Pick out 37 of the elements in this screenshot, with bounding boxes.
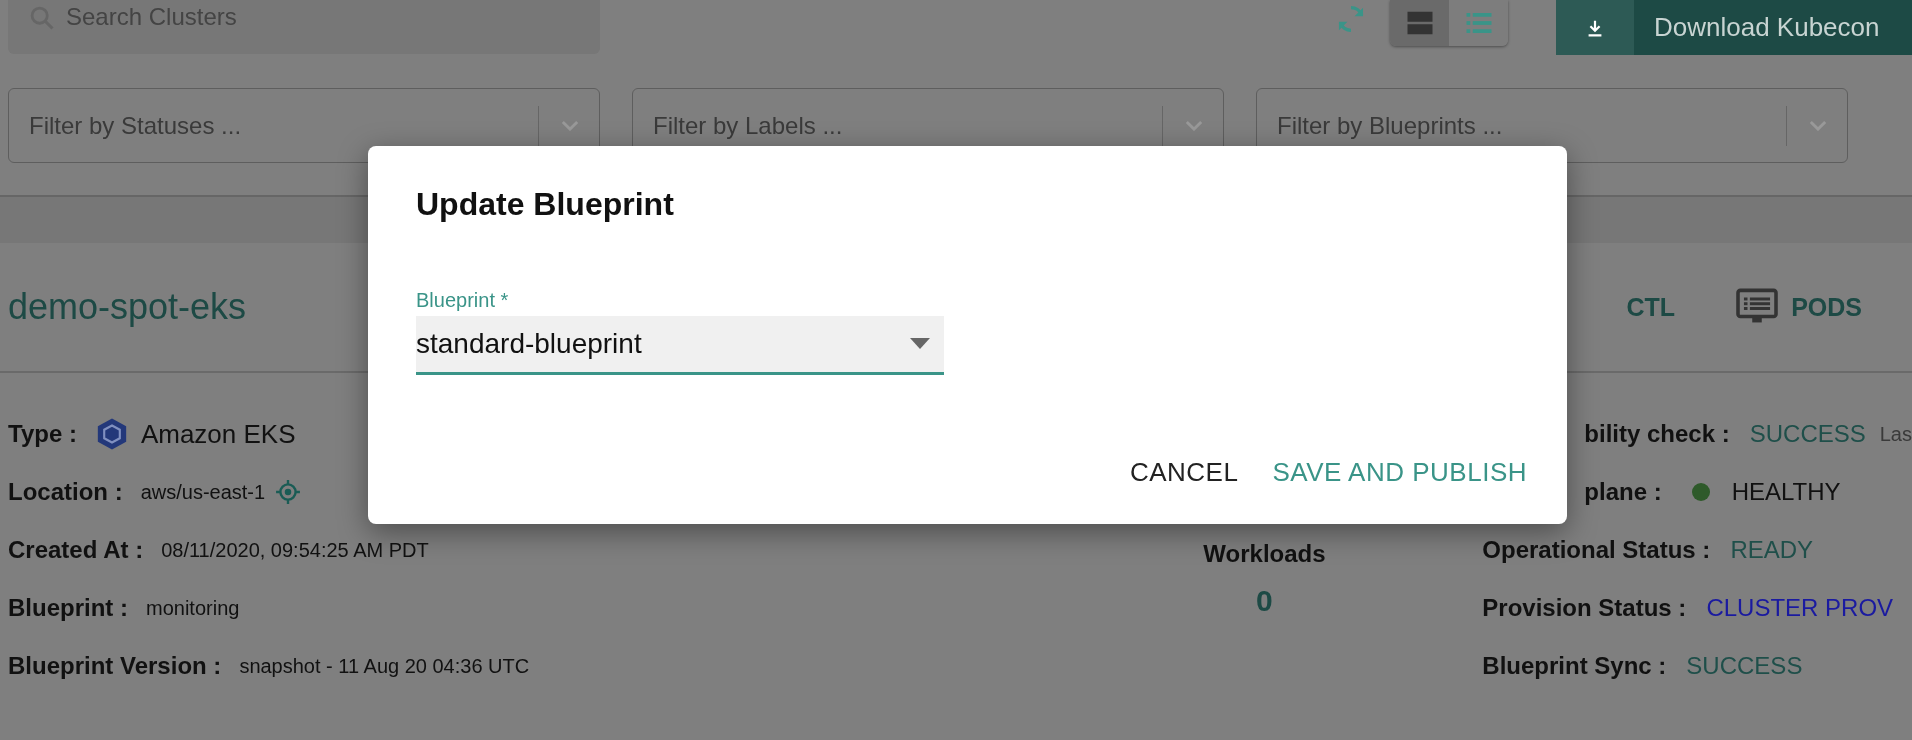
status-label: Provision Status : — [1482, 594, 1687, 622]
detail-value: 08/11/2020, 09:54:25 AM PDT — [161, 538, 429, 563]
detail-value: snapshot - 11 Aug 20 04:36 UTC — [239, 654, 530, 679]
cluster-name[interactable]: demo-spot-eks — [8, 286, 247, 328]
status-value: CLUSTER PROV — [1706, 594, 1894, 622]
detail-value: aws/us-east-1 — [140, 480, 266, 505]
status-label: plane : — [1584, 478, 1662, 506]
status-label: Blueprint Sync : — [1482, 652, 1667, 680]
workloads-count: 0 — [1256, 584, 1273, 618]
status-label: Operational Status : — [1482, 536, 1711, 564]
status-note: Las — [1879, 422, 1912, 446]
workloads-label: Workloads — [1203, 540, 1326, 568]
dialog-title: Update Blueprint — [416, 186, 675, 223]
detail-label: Blueprint : — [8, 594, 128, 622]
list-view-button[interactable] — [1449, 0, 1508, 46]
status-value: SUCCESS — [1749, 420, 1866, 448]
cancel-button[interactable]: CANCEL — [1129, 457, 1239, 488]
status-label: bility check : — [1584, 420, 1730, 448]
pods-action[interactable]: PODS — [1735, 288, 1862, 326]
chevron-down-icon — [1185, 120, 1203, 131]
detail-label: Type : — [8, 420, 77, 448]
status-value: SUCCESS — [1686, 652, 1803, 680]
download-button[interactable]: Download Kubecon — [1556, 0, 1912, 55]
detail-label: Location : — [8, 478, 123, 506]
locate-icon[interactable] — [275, 479, 302, 505]
save-button[interactable]: SAVE AND PUBLISH — [1272, 457, 1527, 488]
detail-label: Created At : — [8, 536, 144, 564]
status-value: HEALTHY — [1731, 478, 1841, 506]
card-view-button[interactable] — [1390, 0, 1449, 46]
dropdown-arrow-icon — [910, 338, 930, 350]
detail-label: Blueprint Version : — [8, 652, 222, 680]
detail-value: Amazon EKS — [140, 418, 296, 451]
status-value: READY — [1730, 536, 1814, 564]
chevron-down-icon — [561, 120, 579, 131]
chevron-down-icon — [1809, 120, 1827, 131]
kubectl-action[interactable]: CTL — [1626, 292, 1676, 322]
detail-value: monitoring — [146, 596, 240, 621]
